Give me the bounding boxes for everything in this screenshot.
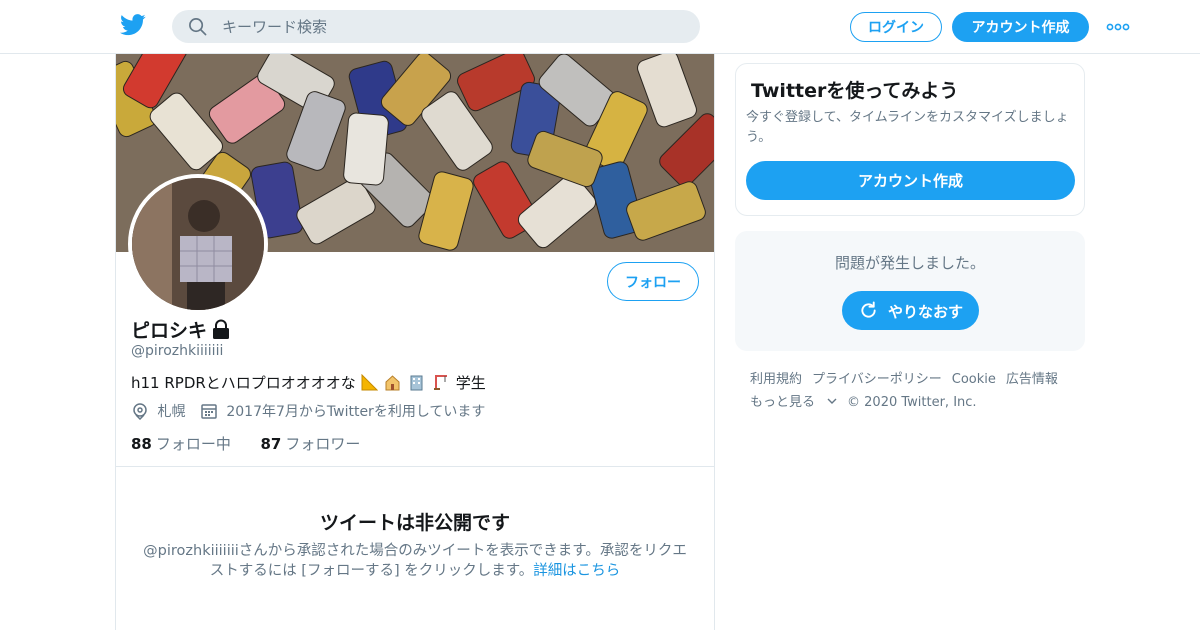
following-label: フォロー中 [155,435,231,453]
more-icon[interactable] [1106,18,1130,36]
construction-crane-icon [433,375,447,390]
learn-more-link[interactable]: 詳細はこちら [533,563,620,579]
triangle-ruler-icon [361,374,378,391]
bio-text: h11 RPDRとハロプロオオオオな [131,374,356,392]
following-link[interactable]: 88 フォロー中 [131,435,231,453]
section-divider [116,466,714,467]
footer-copyright: © 2020 Twitter, Inc. [847,395,977,410]
footer-cookie-link[interactable]: Cookie [952,372,996,387]
followers-link[interactable]: 87 フォロワー [260,435,360,453]
signup-card-text: 今すぐ登録して、タイムラインをカスタマイズしましょう。 [746,110,1069,145]
profile-joined-date: 2017年7月からTwitterを利用しています [226,404,486,420]
profile-name: ピロシキ [131,320,208,342]
office-building-icon [410,375,423,391]
protected-tweets-message: @pirozhkiiiiiiiさんから承認された場合のみツイートを表示できます。… [136,541,694,581]
footer-links: 利用規約 プライバシーポリシー Cookie 広告情報 もっと見る © 2020 Twi… [750,368,1080,414]
following-count: 88 [131,435,152,453]
twitter-bird-icon[interactable] [120,14,146,36]
signup-card: Twitterを使ってみよう 今すぐ登録して、タイムラインをカスタマイズしましょ… [735,63,1085,216]
profile-handle[interactable]: @pirozhkiiiiiii [131,343,223,359]
error-panel: 問題が発生しました。 やりなおす [735,231,1085,351]
footer-more-link[interactable]: もっと見る [750,395,837,410]
refresh-icon [861,301,876,318]
signup-card-title: Twitterを使ってみよう [751,80,959,102]
top-navigation-bar: ログイン アカウント作成 [0,0,1200,54]
profile-column: フォロー ピロシキ @pirozhkiiiiiii h11 RPDRとハロプロオ… [115,54,715,630]
footer-ads-link[interactable]: 広告情報 [1006,372,1058,387]
footer-more-label: もっと見る [750,395,816,410]
signup-button[interactable]: アカウント作成 [952,12,1089,42]
profile-counts: 88 フォロー中 87 フォロワー [131,433,360,454]
profile-meta: 札幌 2017年7月からTwitterを利用しています [131,401,485,421]
location-icon [133,403,147,420]
avatar-photo [132,178,264,310]
search-input[interactable] [222,10,682,43]
protected-tweets-title: ツイートは非公開です [319,512,510,534]
calendar-icon [201,404,217,419]
lock-icon [213,319,229,339]
profile-location: 札幌 [157,404,186,420]
retry-button[interactable]: やりなおす [842,291,979,330]
signup-card-button[interactable]: アカウント作成 [746,161,1075,200]
follow-button[interactable]: フォロー [607,262,699,301]
footer-terms-link[interactable]: 利用規約 [750,372,802,387]
house-icon [385,375,400,391]
bio-suffix: 学生 [455,374,486,392]
search-icon [189,18,207,36]
profile-avatar[interactable] [128,174,268,314]
profile-bio: h11 RPDRとハロプロオオオオな 学生 [131,372,486,393]
login-button[interactable]: ログイン [850,12,942,42]
footer-privacy-link[interactable]: プライバシーポリシー [812,372,942,387]
retry-label: やりなおす [888,303,964,321]
followers-label: フォロワー [285,435,361,453]
followers-count: 87 [260,435,282,453]
error-message: 問題が発生しました。 [834,254,985,272]
search-bar[interactable] [172,10,700,43]
chevron-down-icon [827,398,837,404]
